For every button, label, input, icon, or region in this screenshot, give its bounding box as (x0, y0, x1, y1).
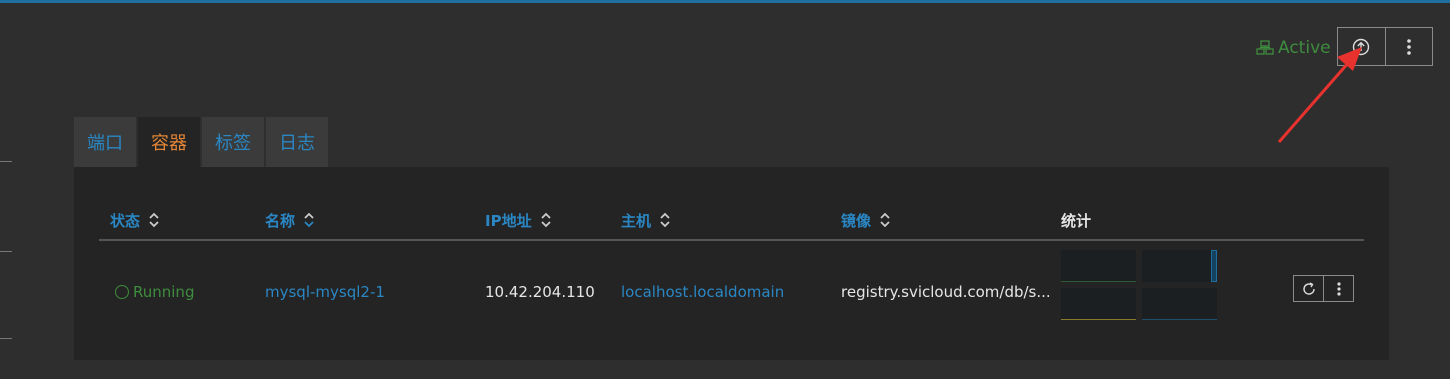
more-vertical-icon (1336, 281, 1341, 296)
table-row: Running mysql-mysql2-1 10.42.204.110 loc… (99, 250, 1364, 320)
container-image: registry.svicloud.com/db/s... (841, 283, 1051, 301)
container-ip: 10.42.204.110 (485, 283, 595, 301)
column-header-state[interactable]: 状态 (110, 205, 160, 235)
column-label: 名称 (265, 211, 296, 230)
running-circle-icon (115, 285, 129, 299)
container-state: Running (115, 271, 194, 313)
service-action-group (1337, 27, 1433, 66)
host-link[interactable]: localhost.localdomain (621, 271, 784, 313)
containers-panel: 状态 名称 IP地址 主机 镜像 统计 Running mysql-mysql2… (74, 167, 1389, 360)
tab-label: 端口 (87, 133, 123, 154)
tab-containers[interactable]: 容器 (138, 117, 200, 167)
row-action-group (1293, 275, 1354, 302)
tab-ports[interactable]: 端口 (74, 117, 136, 167)
status-label: Active (1278, 38, 1331, 58)
sparkline-line (1142, 319, 1217, 320)
upgrade-button[interactable] (1338, 28, 1385, 65)
column-label: 状态 (110, 211, 141, 230)
disk-sparkline (1142, 288, 1217, 320)
left-divider (0, 338, 12, 339)
tab-label: 日志 (279, 133, 315, 154)
tab-logs[interactable]: 日志 (266, 117, 328, 167)
stats-sparklines (1061, 250, 1218, 320)
sort-icon (540, 212, 551, 228)
memory-sparkline (1142, 250, 1217, 282)
column-label: 主机 (621, 211, 652, 230)
left-divider (0, 251, 12, 252)
sparkline-line (1061, 281, 1136, 282)
column-label: 镜像 (841, 211, 872, 230)
column-header-stats: 统计 (1061, 205, 1091, 235)
stack-icon (1256, 40, 1274, 55)
cpu-sparkline (1061, 250, 1136, 282)
left-divider (0, 161, 12, 162)
column-header-host[interactable]: 主机 (621, 205, 671, 235)
column-label: IP地址 (485, 211, 532, 230)
column-label: 统计 (1061, 211, 1092, 230)
tab-labels[interactable]: 标签 (202, 117, 264, 167)
sparkline-bar (1211, 250, 1217, 282)
refresh-icon (1302, 281, 1315, 295)
more-actions-button[interactable] (1384, 28, 1433, 65)
container-name-link[interactable]: mysql-mysql2-1 (265, 271, 385, 313)
sort-icon (149, 212, 159, 228)
service-status: Active (1256, 36, 1331, 60)
tab-label: 标签 (215, 133, 251, 154)
upgrade-arrow-up-circle-icon (1353, 38, 1370, 55)
sort-icon (880, 212, 890, 228)
top-accent-line (0, 0, 1450, 3)
sort-icon (660, 212, 670, 228)
network-sparkline (1061, 288, 1136, 320)
column-header-ip[interactable]: IP地址 (485, 205, 552, 235)
table-header: 状态 名称 IP地址 主机 镜像 统计 (99, 205, 1364, 241)
restart-button[interactable] (1294, 276, 1323, 301)
sort-icon (304, 212, 314, 228)
column-header-image[interactable]: 镜像 (841, 205, 891, 235)
more-vertical-icon (1406, 38, 1411, 55)
detail-tabs: 端口 容器 标签 日志 (74, 117, 328, 167)
state-label: Running (133, 283, 195, 301)
tab-label: 容器 (151, 133, 187, 154)
sparkline-line (1061, 319, 1136, 320)
column-header-name[interactable]: 名称 (265, 205, 315, 235)
row-more-button[interactable] (1323, 276, 1353, 301)
